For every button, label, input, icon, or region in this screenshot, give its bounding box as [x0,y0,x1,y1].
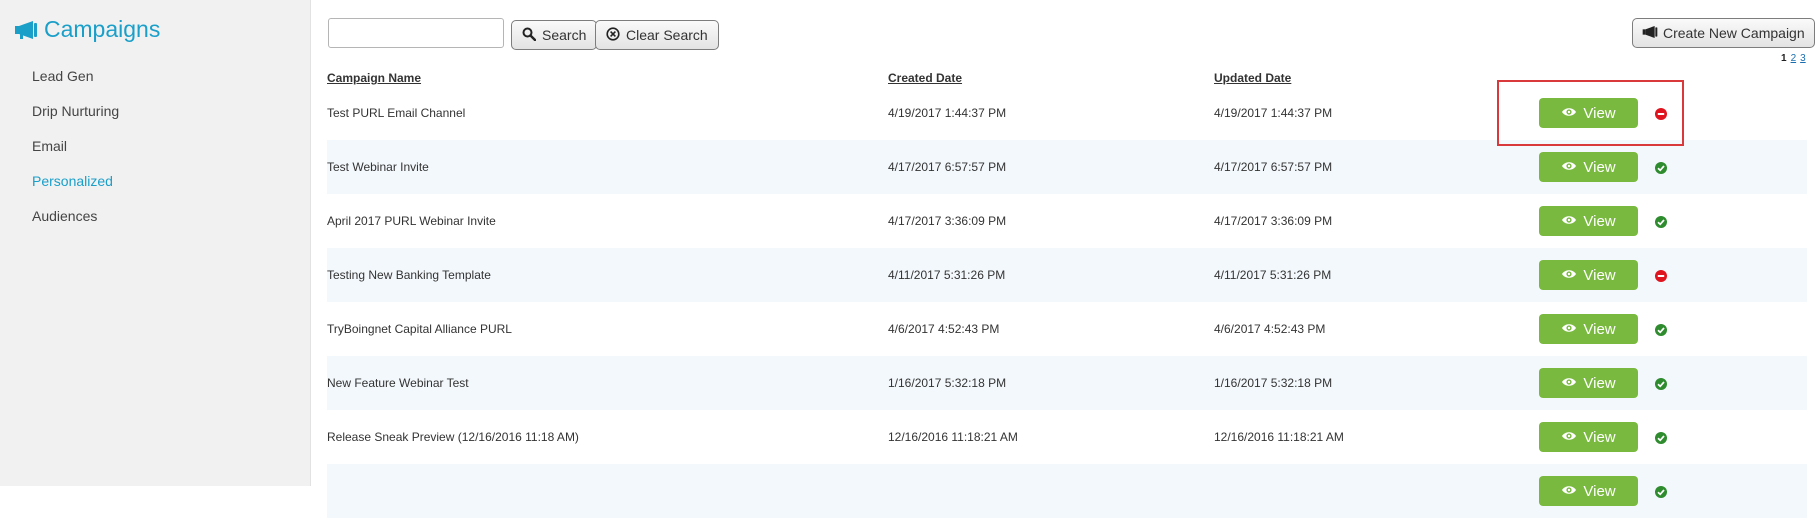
view-button[interactable]: View [1539,152,1638,182]
created-date: 4/17/2017 3:36:09 PM [888,214,1007,228]
view-button-label: View [1583,158,1616,176]
campaign-name: April 2017 PURL Webinar Invite [327,214,496,228]
sidebar-title[interactable]: Campaigns [14,16,160,43]
view-button[interactable]: View [1539,206,1638,236]
updated-date: 4/6/2017 4:52:43 PM [1214,322,1326,336]
status-active-icon[interactable] [1655,431,1667,444]
eye-icon [1561,429,1577,446]
create-new-campaign-label: Create New Campaign [1663,25,1805,41]
eye-icon [1561,105,1577,122]
eye-icon [1561,375,1577,392]
created-date: 1/16/2017 5:32:18 PM [888,376,1007,390]
view-button-label: View [1583,320,1616,338]
eye-icon [1561,483,1577,500]
sidebar-item-lead-gen[interactable]: Lead Gen [32,68,94,84]
clear-search-button[interactable]: Clear Search [595,20,719,50]
view-button[interactable]: View [1539,422,1638,452]
campaign-name: Release Sneak Preview (12/16/2016 11:18 … [327,430,579,444]
view-button-label: View [1583,374,1616,392]
column-header-created-date[interactable]: Created Date [888,71,962,85]
page-link[interactable]: 3 [1800,53,1806,64]
updated-date: 1/16/2017 5:32:18 PM [1214,376,1333,390]
campaign-name: Testing New Banking Template [327,268,491,282]
table-row: Testing New Banking Template 4/11/2017 5:… [327,248,1807,302]
eye-icon [1561,321,1577,338]
clear-circle-icon [606,26,620,44]
table-row: April 2017 PURL Webinar Invite 4/17/2017 … [327,194,1807,248]
pagination: 1 2 3 [1781,53,1806,64]
column-header-campaign-name[interactable]: Campaign Name [327,71,421,85]
sidebar: Campaigns Lead Gen Drip Nurturing Email … [0,0,311,486]
eye-icon [1561,159,1577,176]
table-row: New Feature Webinar Test 1/16/2017 5:32:1… [327,356,1807,410]
column-header-updated-date[interactable]: Updated Date [1214,71,1291,85]
view-button[interactable]: View [1539,476,1638,506]
view-button[interactable]: View [1539,314,1638,344]
campaign-name: Test Webinar Invite [327,160,429,174]
status-active-icon[interactable] [1655,377,1667,390]
megaphone-icon [1642,25,1658,42]
created-date: 4/11/2017 5:31:26 PM [888,268,1006,282]
created-date: 12/16/2016 11:18:21 AM [888,430,1018,444]
status-active-icon[interactable] [1655,161,1667,174]
campaign-name: TryBoingnet Capital Alliance PURL [327,322,512,336]
updated-date: 4/11/2017 5:31:26 PM [1214,268,1332,282]
updated-date: 4/17/2017 6:57:57 PM [1214,160,1333,174]
view-button-label: View [1583,428,1616,446]
eye-icon [1561,267,1577,284]
page-current: 1 [1781,53,1787,64]
view-button-label: View [1583,212,1616,230]
eye-icon [1561,213,1577,230]
view-button[interactable]: View [1539,368,1638,398]
status-inactive-icon[interactable] [1655,107,1667,120]
view-button-label: View [1583,266,1616,284]
status-active-icon[interactable] [1655,485,1667,498]
magnifier-icon [522,27,537,44]
view-button-label: View [1583,104,1616,122]
megaphone-icon [14,20,38,40]
table-row: TryBoingnet Capital Alliance PURL 4/6/201… [327,302,1807,356]
search-input[interactable] [328,18,504,48]
sidebar-title-label: Campaigns [44,16,161,42]
status-active-icon[interactable] [1655,215,1667,228]
sidebar-item-email[interactable]: Email [32,138,67,154]
table-row: Release Sneak Preview (12/16/2016 11:18 … [327,410,1807,464]
created-date: 4/6/2017 4:52:43 PM [888,322,1000,336]
created-date: 4/19/2017 1:44:37 PM [888,106,1007,120]
status-inactive-icon[interactable] [1655,269,1667,282]
view-button[interactable]: View [1539,98,1638,128]
search-button-label: Search [542,27,587,43]
sidebar-item-personalized[interactable]: Personalized [32,173,113,189]
table-row: View [327,464,1807,518]
campaign-name: New Feature Webinar Test [327,376,469,390]
sidebar-item-drip-nurturing[interactable]: Drip Nurturing [32,103,119,119]
status-active-icon[interactable] [1655,323,1667,336]
view-button[interactable]: View [1539,260,1638,290]
created-date: 4/17/2017 6:57:57 PM [888,160,1007,174]
updated-date: 12/16/2016 11:18:21 AM [1214,430,1344,444]
create-new-campaign-button[interactable]: Create New Campaign [1632,18,1815,48]
search-button[interactable]: Search [511,20,598,50]
table-row: Test Webinar Invite 4/17/2017 6:57:57 PM 4… [327,140,1807,194]
updated-date: 4/19/2017 1:44:37 PM [1214,106,1333,120]
view-button-label: View [1583,482,1616,500]
clear-search-button-label: Clear Search [626,27,708,43]
campaign-name: Test PURL Email Channel [327,106,466,120]
page-link[interactable]: 2 [1791,53,1797,64]
table-row: Test PURL Email Channel 4/19/2017 1:44:37… [327,86,1807,140]
updated-date: 4/17/2017 3:36:09 PM [1214,214,1333,228]
sidebar-item-audiences[interactable]: Audiences [32,208,97,224]
